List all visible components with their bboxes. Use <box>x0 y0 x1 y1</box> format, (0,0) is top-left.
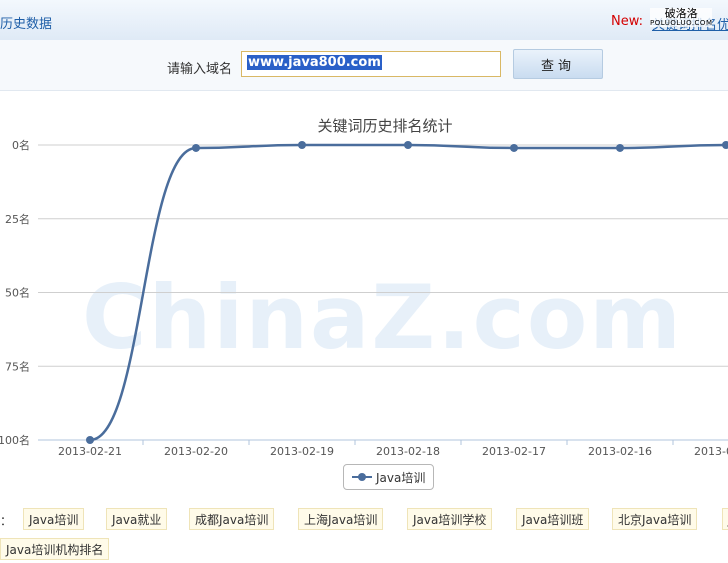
x-tick-label: 2013-02-16 <box>588 445 652 458</box>
query-button[interactable]: 查询 <box>513 49 603 79</box>
y-tick-label: 50名 <box>5 286 30 300</box>
data-point <box>298 141 306 149</box>
x-tick-label: 2013-02-15 <box>694 445 728 458</box>
keyword-tag[interactable]: Java培训班 <box>516 508 590 530</box>
page-title: 历史数据 <box>0 17 53 32</box>
keyword-tag[interactable]: Java培训学校 <box>407 508 493 530</box>
keyword-tag[interactable]: Java就业 <box>106 508 168 530</box>
keyword-tag[interactable]: 上海Java培训 <box>298 508 384 530</box>
x-tick-label: 2013-02-17 <box>482 445 546 458</box>
x-tick-label: 2013-02-19 <box>270 445 334 458</box>
data-point <box>616 143 624 152</box>
domain-input-value: www.java800.com <box>247 55 382 70</box>
data-point <box>86 436 94 444</box>
y-tick-label: 25名 <box>5 212 30 226</box>
keyword-tag[interactable]: 成都Java培训 <box>189 508 275 530</box>
search-bar: 请输入域名 www.java800.com 查询 <box>0 40 728 91</box>
chart-legend[interactable]: Java培训 <box>343 464 435 490</box>
legend-line-marker-icon <box>352 471 372 483</box>
tags-prefix: ： <box>0 514 13 528</box>
new-label: New: <box>611 14 644 29</box>
x-tick-label: 2013-02-20 <box>164 445 228 458</box>
keyword-tag[interactable]: Java培训 <box>23 508 85 530</box>
keyword-tag[interactable]: Java <box>722 508 728 530</box>
domain-label: 请输入域名 <box>167 62 233 77</box>
data-point <box>510 143 518 152</box>
keyword-tag[interactable]: Java培训机构排名 <box>0 538 110 560</box>
watermark-logo-subtext: POLUOLUO.COM <box>650 19 713 27</box>
data-point <box>404 141 412 149</box>
x-tick-label: 2013-02-18 <box>376 445 440 458</box>
keyword-tag[interactable]: 北京Java培训 <box>612 508 698 530</box>
chart-plot: 0名 25名 50名 75名 100名 2013-02-21 2013-02-20 2013-… <box>0 138 728 458</box>
legend-label: Java培训 <box>376 470 426 485</box>
watermark-logo: 破洛洛 POLUOLUO.COM <box>650 8 713 27</box>
y-tick-label: 100名 <box>0 433 30 447</box>
y-tick-label: 75名 <box>5 359 30 373</box>
y-tick-label: 0名 <box>12 138 30 152</box>
keyword-tags: ： Java培训 Java就业 成都Java培训 上海Java培训 Java培训学校 Ja… <box>0 508 728 532</box>
rank-chart: ChinaZ.com 关键词历史排名统计 0名 25名 50名 75名 100名 2013… <box>0 91 728 501</box>
data-point <box>722 141 728 149</box>
header-bar: 历史数据 New: 关键词排名优化 破洛洛 POLUOLUO.COM <box>0 0 728 41</box>
domain-input[interactable]: www.java800.com <box>241 51 501 77</box>
x-tick-label: 2013-02-21 <box>58 445 122 458</box>
data-point <box>192 143 200 152</box>
